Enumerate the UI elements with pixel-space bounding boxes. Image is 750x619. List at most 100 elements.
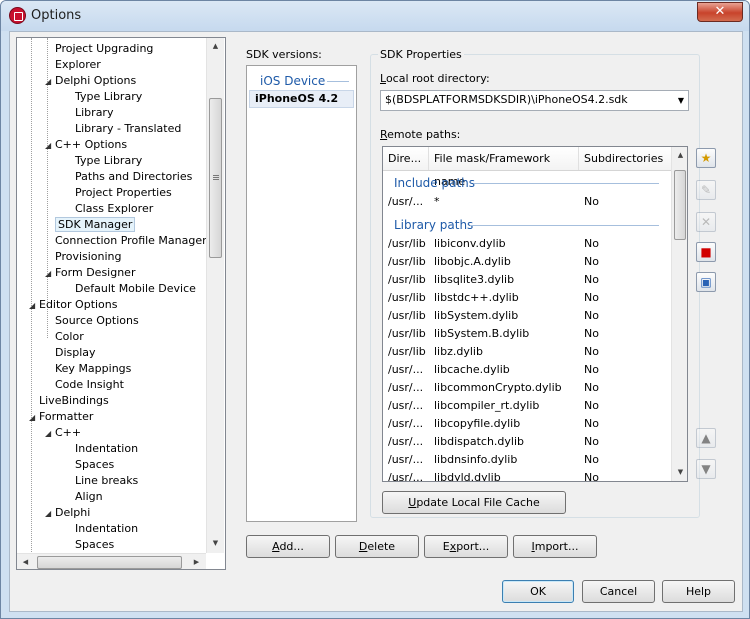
tree-item[interactable]: ◢ Editor Options — [29, 297, 118, 313]
tree-item[interactable]: Default Mobile Device — [65, 281, 196, 297]
scroll-thumb-horizontal[interactable] — [37, 556, 182, 569]
tree-item[interactable]: SDK Manager — [45, 217, 136, 233]
options-tree[interactable]: Project Upgrading Explorer ◢ Delphi Options… — [16, 37, 226, 570]
scroll-thumb[interactable] — [674, 170, 686, 240]
tree-item[interactable]: ◢ Form Designer — [45, 265, 135, 281]
scroll-thumb[interactable] — [209, 98, 222, 258]
scroll-up-arrow-icon[interactable]: ▲ — [207, 38, 224, 55]
collapse-triangle-icon[interactable]: ◢ — [45, 506, 55, 522]
remote-paths-grid[interactable]: Dire... File mask/Framework name Subdire… — [382, 146, 688, 482]
collapse-triangle-icon[interactable]: ◢ — [45, 426, 55, 442]
collapse-triangle-icon[interactable]: ◢ — [29, 410, 39, 426]
table-row[interactable]: /usr/... libdyld.dylib No — [383, 469, 673, 481]
tree-item[interactable]: Spaces — [65, 457, 114, 473]
tree-item[interactable]: Indentation — [65, 441, 138, 457]
table-row[interactable]: /usr/... libdispatch.dylib No — [383, 433, 673, 451]
tree-item[interactable]: ◢ C++ Options — [45, 137, 127, 153]
collapse-triangle-icon[interactable]: ◢ — [45, 74, 55, 90]
add-button[interactable]: Add... — [246, 535, 330, 558]
collapse-triangle-icon[interactable]: ◢ — [29, 298, 39, 314]
tree-item-label: Form Designer — [55, 266, 136, 279]
scroll-down-arrow-icon[interactable]: ▼ — [672, 464, 687, 481]
table-row[interactable]: /usr/lib libobjc.A.dylib No — [383, 253, 673, 271]
tree-item[interactable]: Project Upgrading — [45, 41, 153, 57]
tree-item[interactable]: Project Properties — [65, 185, 172, 201]
tree-item[interactable]: Type Library — [65, 89, 142, 105]
replace-path-button[interactable]: ✎ — [696, 180, 716, 200]
table-row[interactable]: /usr/... * No — [383, 193, 673, 211]
tree-item[interactable]: Class Explorer — [65, 201, 153, 217]
tree-item[interactable]: Color — [45, 329, 84, 345]
table-row[interactable]: /usr/lib libsqlite3.dylib No — [383, 271, 673, 289]
tree-item[interactable]: Explorer — [45, 57, 101, 73]
table-row[interactable]: /usr/... libcopyfile.dylib No — [383, 415, 673, 433]
tree-item[interactable]: ◢ Delphi — [45, 505, 90, 521]
table-row[interactable]: /usr/... libcommonCrypto.dylib No — [383, 379, 673, 397]
sdk-item-iphoneos[interactable]: iPhoneOS 4.2 — [249, 90, 354, 108]
tree-item[interactable]: Type Library — [65, 153, 142, 169]
tree-item[interactable]: LiveBindings — [29, 393, 109, 409]
tree-item[interactable]: Source Options — [45, 313, 139, 329]
group-divider — [327, 81, 349, 82]
cancel-button[interactable]: Cancel — [582, 580, 655, 603]
tree-item[interactable]: ◢ C++ — [45, 425, 81, 441]
scroll-right-arrow-icon[interactable]: ▶ — [188, 554, 205, 569]
table-row[interactable]: /usr/lib libSystem.B.dylib No — [383, 325, 673, 343]
grid-vertical-scrollbar[interactable]: ▲ ▼ — [671, 147, 687, 481]
move-down-button[interactable]: ▼ — [696, 459, 716, 479]
column-header-file-mask[interactable]: File mask/Framework name — [429, 147, 579, 188]
chevron-down-icon[interactable]: ▼ — [678, 96, 684, 105]
sdk-versions-list[interactable]: iOS Device iPhoneOS 4.2 — [246, 65, 357, 522]
title-bar[interactable]: Options ✕ — [1, 1, 749, 31]
table-row[interactable]: /usr/lib libiconv.dylib No — [383, 235, 673, 253]
cell-directory: /usr/... — [388, 399, 424, 412]
tree-item[interactable]: Align — [65, 489, 103, 505]
tree-item[interactable]: ◢ Formatter — [29, 409, 93, 425]
tree-item-label: Library — [75, 106, 114, 119]
scroll-down-arrow-icon[interactable]: ▼ — [207, 535, 224, 552]
delete-path-button[interactable]: ✕ — [696, 212, 716, 232]
scroll-left-arrow-icon[interactable]: ◀ — [17, 554, 34, 569]
tree-item[interactable]: ◢ Delphi Options — [45, 73, 136, 89]
cell-directory: /usr/... — [388, 417, 424, 430]
tree-horizontal-scrollbar[interactable]: ◀ ▶ — [17, 553, 206, 569]
table-row[interactable]: /usr/lib libz.dylib No — [383, 343, 673, 361]
table-row[interactable]: /usr/... libdnsinfo.dylib No — [383, 451, 673, 469]
local-root-directory-combo[interactable]: $(BDSPLATFORMSDKSDIR)\iPhoneOS4.2.sdk ▼ — [380, 90, 689, 111]
tree-item[interactable]: Key Mappings — [45, 361, 131, 377]
export-button[interactable]: Export... — [424, 535, 508, 558]
save-button[interactable]: ▣ — [696, 272, 716, 292]
ok-button[interactable]: OK — [502, 580, 574, 603]
table-row[interactable]: /usr/... libcompiler_rt.dylib No — [383, 397, 673, 415]
table-row[interactable]: /usr/lib libstdc++.dylib No — [383, 289, 673, 307]
table-row[interactable]: /usr/lib libSystem.dylib No — [383, 307, 673, 325]
cell-directory: /usr/lib — [388, 255, 426, 268]
collapse-triangle-icon[interactable]: ◢ — [45, 266, 55, 282]
tree-item[interactable]: Connection Profile Manager — [45, 233, 207, 249]
column-header-subdirectories[interactable]: Subdirectories — [579, 147, 673, 170]
tree-item[interactable]: Code Insight — [45, 377, 124, 393]
cell-file-mask: libcopyfile.dylib — [434, 417, 521, 430]
close-button[interactable]: ✕ — [697, 2, 743, 22]
record-icon: ■ — [700, 245, 712, 259]
update-local-file-cache-button[interactable]: Update Local File Cache — [382, 491, 566, 514]
new-path-button[interactable]: ★ — [696, 148, 716, 168]
import-button[interactable]: Import... — [513, 535, 597, 558]
move-up-button[interactable]: ▲ — [696, 428, 716, 448]
tree-item[interactable]: Library — [65, 105, 113, 121]
tree-item[interactable]: Line breaks — [65, 473, 138, 489]
tree-item[interactable]: Paths and Directories — [65, 169, 192, 185]
record-button[interactable]: ■ — [696, 242, 716, 262]
table-row[interactable]: /usr/... libcache.dylib No — [383, 361, 673, 379]
tree-item[interactable]: Provisioning — [45, 249, 122, 265]
tree-item[interactable]: Indentation — [65, 521, 138, 537]
column-header-directory[interactable]: Dire... — [383, 147, 429, 170]
tree-vertical-scrollbar[interactable]: ▲ ▼ — [206, 38, 224, 553]
tree-item[interactable]: Display — [45, 345, 96, 361]
delete-button[interactable]: Delete — [335, 535, 419, 558]
help-button[interactable]: Help — [662, 580, 735, 603]
scroll-up-arrow-icon[interactable]: ▲ — [672, 147, 687, 164]
tree-item[interactable]: Spaces — [65, 537, 114, 553]
collapse-triangle-icon[interactable]: ◢ — [45, 138, 55, 154]
tree-item[interactable]: Library - Translated — [65, 121, 181, 137]
